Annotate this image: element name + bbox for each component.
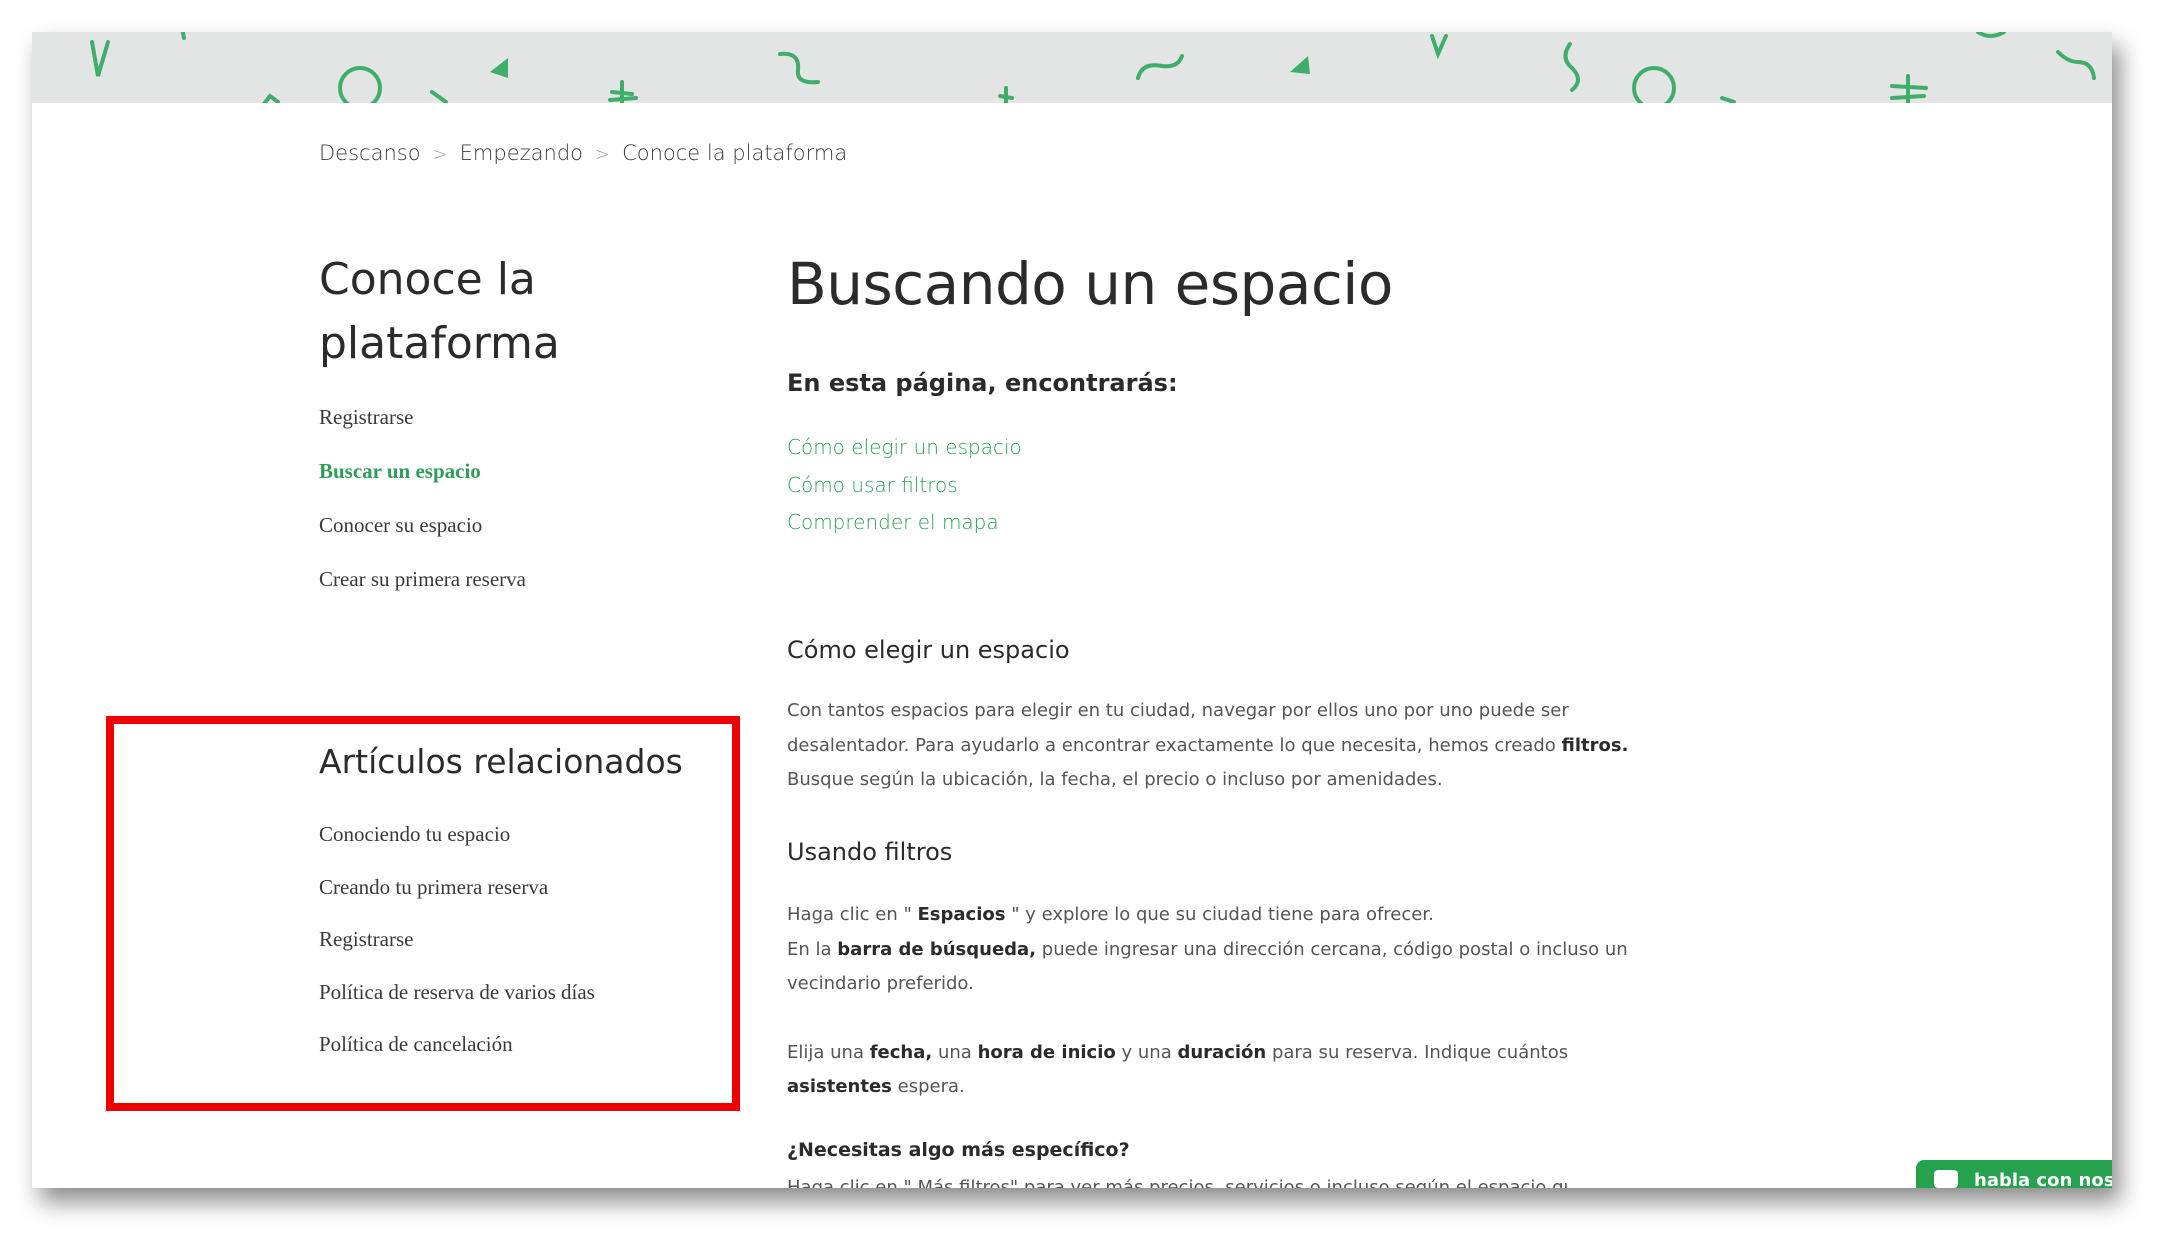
sidebar-nav: Registrarse Buscar un espacio Conocer su… [319, 400, 526, 616]
banner-pattern [90, 32, 2096, 103]
bold-text: Espacios [917, 904, 1006, 925]
text-span: " y explore lo que su ciudad tiene para … [1011, 904, 1434, 925]
bold-text: barra de búsqueda, [837, 938, 1037, 960]
breadcrumb-item-current[interactable]: Conoce la plataforma [622, 141, 847, 165]
section-text-filtros: Haga clic en " Espacios " y explore lo q… [787, 898, 1647, 1105]
bold-text: duración [1177, 1041, 1267, 1063]
text-span: Elija una [787, 1041, 864, 1063]
section-heading-filtros: Usando filtros [787, 838, 953, 866]
toc-link-mapa[interactable]: Comprender el mapa [787, 507, 1022, 545]
sidebar-item-crear-reserva[interactable]: Crear su primera reserva [319, 562, 526, 616]
related-article-link[interactable]: Política de reserva de varios días [319, 975, 595, 1028]
toc-label: En esta página, encontrarás: [787, 369, 1178, 397]
chat-bubble-icon [1934, 1170, 1958, 1188]
chat-label: habla con nos [1974, 1170, 2112, 1188]
text-span: una [937, 1041, 972, 1063]
related-article-link[interactable]: Creando tu primera reserva [319, 870, 595, 923]
toc-link-elegir[interactable]: Cómo elegir un espacio [787, 432, 1022, 470]
bold-text: hora de inicio [977, 1041, 1116, 1063]
decorative-banner [32, 32, 2112, 103]
bold-text: filtros. [1561, 734, 1629, 756]
related-article-link[interactable]: Registrarse [319, 922, 595, 975]
toc-link-filtros[interactable]: Cómo usar filtros [787, 470, 1022, 508]
bold-text: asistentes [787, 1076, 892, 1097]
sidebar-title: Conoce la plataforma [319, 254, 560, 369]
sidebar-item-buscar-espacio[interactable]: Buscar un espacio [319, 454, 526, 508]
sidebar-item-registrarse[interactable]: Registrarse [319, 400, 526, 454]
table-of-contents: Cómo elegir un espacio Cómo usar filtros… [787, 432, 1022, 545]
bold-text: fecha, [869, 1041, 933, 1063]
text-span: Haga clic en " [787, 904, 912, 925]
question-heading: ¿Necesitas algo más específico? [787, 1139, 1130, 1161]
text-span: para su reserva. Indique cuántos [1271, 1041, 1569, 1063]
related-article-link[interactable]: Política de cancelación [319, 1027, 595, 1080]
related-articles-list: Conociendo tu espacio Creando tu primera… [319, 817, 595, 1080]
text-span: En la [787, 938, 832, 960]
breadcrumb-separator: > [432, 144, 448, 165]
sidebar-item-conocer-espacio[interactable]: Conocer su espacio [319, 508, 526, 562]
browser-screenshot: Descanso > Empezando > Conoce la plataforma … [32, 32, 2112, 1188]
text-span: espera. [897, 1076, 965, 1097]
breadcrumb: Descanso > Empezando > Conoce la plataforma [319, 141, 847, 165]
section-heading-elegir: Cómo elegir un espacio [787, 636, 1070, 664]
text-span: Busque según la ubicación, la fecha, el … [787, 769, 1443, 790]
related-article-link[interactable]: Conociendo tu espacio [319, 817, 595, 870]
section-text-elegir: Con tantos espacios para elegir en tu ci… [787, 694, 1647, 798]
article-title: Buscando un espacio [787, 250, 1393, 318]
truncated-text: Haga clic en " Más filtros" para ver más… [787, 1177, 1567, 1188]
related-articles-title: Artículos relacionados [319, 742, 683, 781]
breadcrumb-separator: > [595, 144, 611, 165]
chat-button[interactable]: habla con nos [1916, 1160, 2112, 1188]
breadcrumb-item-empezando[interactable]: Empezando [460, 141, 583, 165]
breadcrumb-item-descanso[interactable]: Descanso [319, 141, 421, 165]
text-span: Con tantos espacios para elegir en tu ci… [787, 700, 1569, 756]
text-span: y una [1121, 1041, 1172, 1063]
